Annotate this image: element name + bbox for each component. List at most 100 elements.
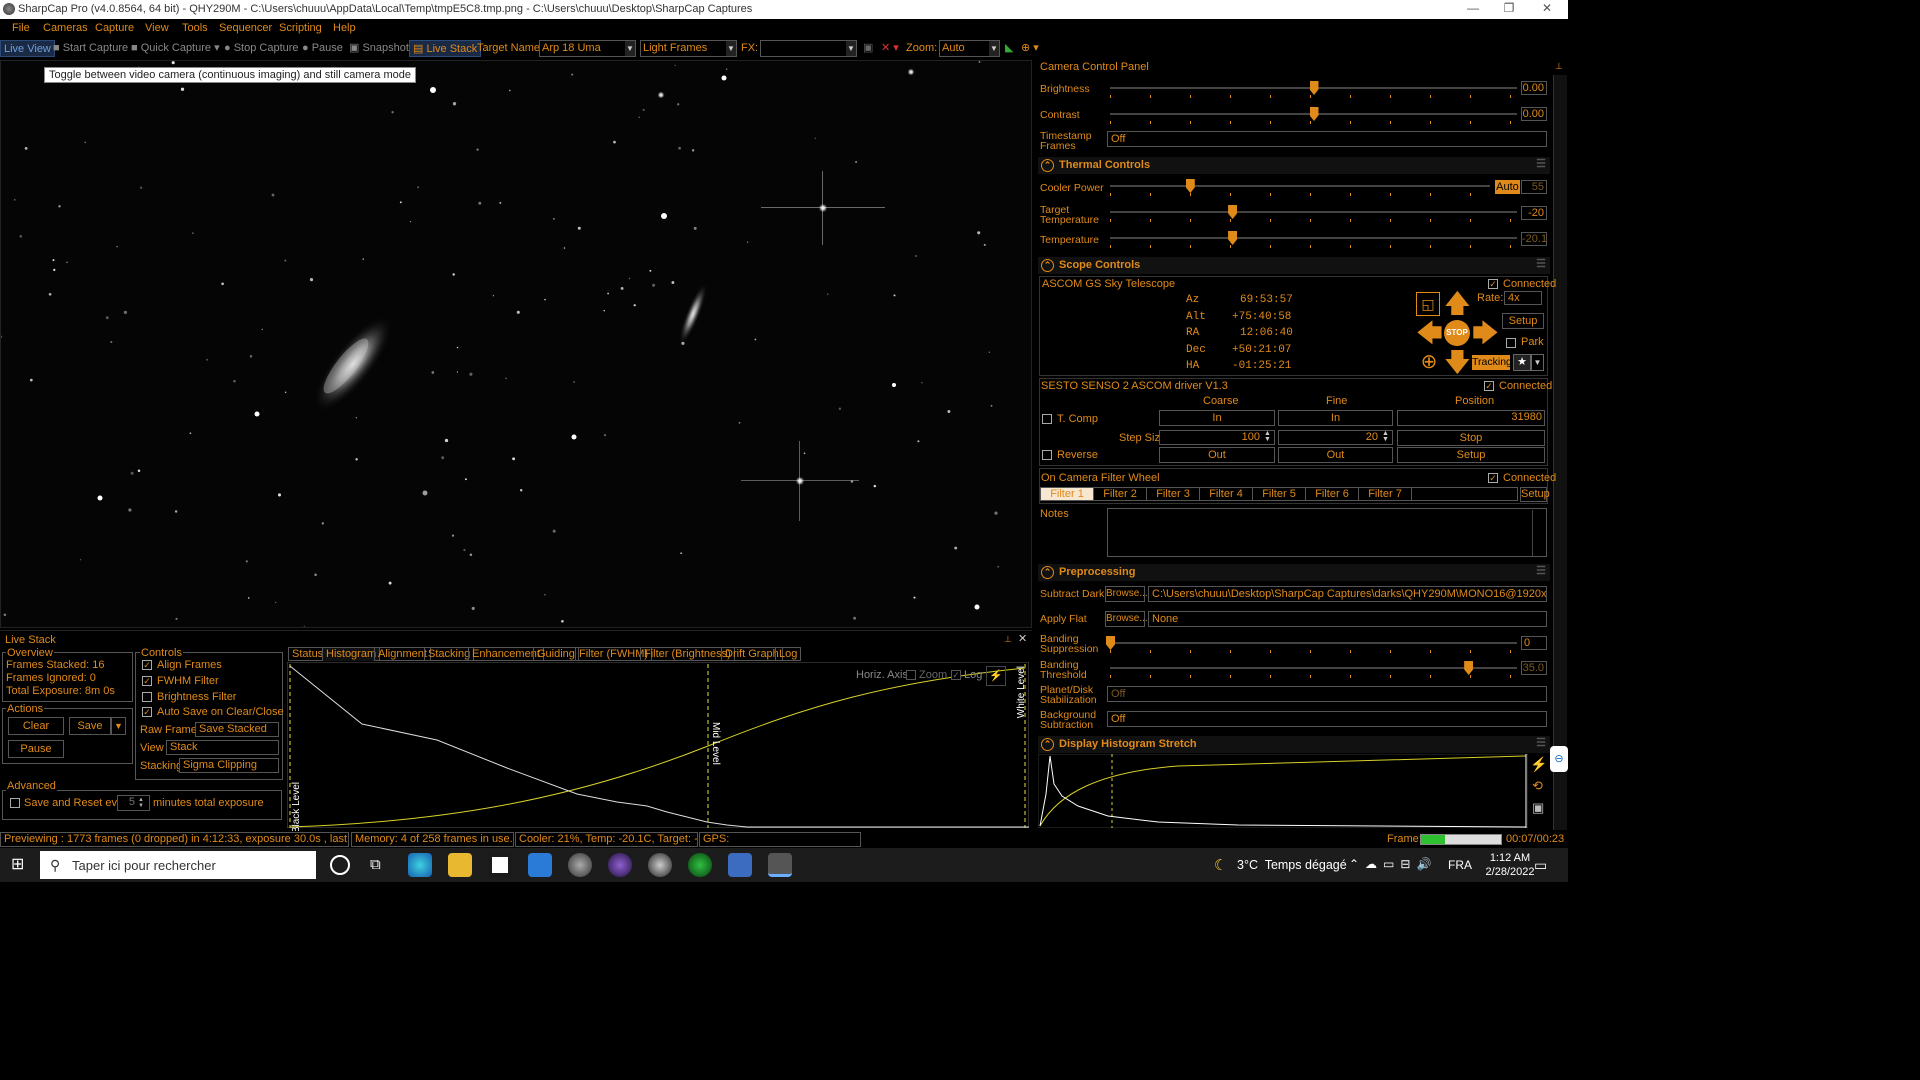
cortana-icon[interactable] [330,855,350,875]
filter-2-button[interactable]: Filter 2 [1094,488,1147,500]
raw-frames-select[interactable]: Save Stacked [195,722,279,737]
system-tray-icons[interactable]: ⌃☁▭⊟🔊 [1349,857,1437,871]
collapse-icon[interactable]: ⌃ [1041,259,1054,272]
filterwheel-connected-checkbox[interactable]: ✓ [1488,473,1498,483]
clear-stack-button[interactable]: Clear [8,717,64,735]
sharpcap-taskbar-icon[interactable] [768,853,792,877]
panel-scrollbar[interactable] [1553,75,1567,830]
phd2-icon[interactable] [688,853,712,877]
brightness-filter-checkbox[interactable] [142,692,152,702]
close-icon[interactable]: ✕ [1018,632,1027,645]
stacking-select[interactable]: Sigma Clipping [179,758,279,773]
zoom-select[interactable]: Auto ▼ [939,40,1000,57]
filter-6-button[interactable]: Filter 6 [1306,488,1359,500]
west-arrow-icon[interactable]: 🡄 [1416,320,1443,346]
mount-connected-checkbox[interactable]: ✓ [1488,279,1498,289]
taskbar-clock[interactable]: 1:12 AM 2/28/2022 [1482,851,1538,879]
filter-3-button[interactable]: Filter 3 [1147,488,1200,500]
snapshot-button[interactable]: ▣ Snapshot [346,40,412,57]
pin-icon[interactable]: ⊥ [1004,634,1012,645]
collapse-icon[interactable]: ⌃ [1041,738,1054,751]
restore-icon[interactable]: ❐ [1494,1,1524,17]
planet-stabilization-select[interactable]: Off [1107,686,1547,702]
collapse-icon[interactable]: ⌃ [1041,566,1054,579]
position-value[interactable]: 31980 [1397,410,1545,426]
zoom-checkbox[interactable] [906,670,916,680]
target-temp-slider[interactable] [1110,205,1517,219]
pause-stack-button[interactable]: Pause [8,740,64,758]
stop-slew-button[interactable]: STOP [1444,320,1470,346]
stop-capture-button[interactable]: ● Stop Capture [221,40,302,57]
fine-out-button[interactable]: Out [1278,447,1393,463]
dark-file-select[interactable]: C:\Users\chuuu\Desktop\SharpCap Captures… [1148,586,1547,602]
tab-guiding[interactable]: Guiding [533,647,579,661]
flat-browse-button[interactable]: Browse... [1105,611,1148,627]
rate-select[interactable]: 4x [1504,291,1542,305]
coarse-out-button[interactable]: Out [1159,447,1275,463]
auto-stretch-icon[interactable]: ⚡ [1530,756,1547,773]
weather-text[interactable]: 3°C Temps dégagé [1237,858,1347,872]
reverse-checkbox[interactable] [1042,450,1052,460]
home-target-icon[interactable]: ⊕ [1416,349,1442,375]
background-subtraction-select[interactable]: Off [1107,711,1547,727]
cooler-power-value[interactable]: 55 [1521,180,1547,194]
save-stack-button[interactable]: Save [69,717,111,735]
display-stretch-histogram[interactable] [1038,754,1528,828]
image-viewer[interactable] [0,60,1032,628]
contrast-value[interactable]: 0.00 [1521,107,1547,121]
quick-capture-button[interactable]: ■ Quick Capture ▾ [128,40,223,57]
menu-help[interactable]: Help [333,22,356,34]
fine-step-input[interactable]: 20 [1278,430,1393,445]
spinner-icon[interactable]: ▲ ▼ [1380,430,1391,444]
mount-setup-button[interactable]: Setup [1502,313,1544,329]
fx-select[interactable]: ▼ [760,40,857,57]
taskbar-search-box[interactable]: ⚲ Taper ici pour rechercher [40,851,316,879]
pause-button[interactable]: ● Pause [299,40,346,57]
menu-sequencer[interactable]: Sequencer [219,22,272,34]
collapse-icon[interactable]: ⌃ [1041,159,1054,172]
reset-icon[interactable]: ⟲ [1532,778,1543,794]
filter-4-button[interactable]: Filter 4 [1200,488,1253,500]
tab-alignment[interactable]: Alignment [374,647,431,661]
tracking-button[interactable]: Tracking [1472,355,1512,370]
menu-scripting[interactable]: Scripting [279,22,322,34]
calculator-icon[interactable] [728,853,752,877]
fine-in-button[interactable]: In [1278,410,1393,426]
filter-7-button[interactable]: Filter 7 [1359,488,1412,500]
stellarium-icon[interactable] [608,853,632,877]
view-select[interactable]: Stack [166,740,279,755]
brightness-slider[interactable] [1110,81,1517,95]
filter-5-button[interactable]: Filter 5 [1253,488,1306,500]
display-stretch-header[interactable]: ⌃ Display Histogram Stretch ☰ [1038,736,1550,753]
park-checkbox[interactable] [1506,338,1516,348]
side-widget-icon[interactable]: ⊖ [1550,746,1568,772]
close-icon[interactable]: ✕ [1532,1,1562,17]
save-reset-checkbox[interactable] [10,798,20,808]
minimize-icon[interactable]: — [1458,1,1488,17]
app-icon[interactable] [648,853,672,877]
save-icon[interactable]: ▣ [1532,800,1544,816]
timestamp-select[interactable]: Off [1107,131,1547,147]
filter-1-button[interactable]: Filter 1 [1041,488,1094,500]
file-explorer-icon[interactable] [448,853,472,877]
auto-stretch-icon[interactable]: ⚡ [986,666,1006,686]
dark-browse-button[interactable]: Browse... [1105,586,1148,602]
start-capture-button[interactable]: ■ Start Capture [50,40,131,57]
focuser-setup-button[interactable]: Setup [1397,447,1545,463]
tcomp-checkbox[interactable] [1042,414,1052,424]
windows-start-icon[interactable]: ⊞ [11,857,27,873]
zoom-tool-icon[interactable]: ⊕ ▾ [1018,40,1042,57]
tab-histogram[interactable]: Histogram [322,647,381,661]
fwhm-filter-checkbox[interactable]: ✓ [142,676,152,686]
filterwheel-setup-button[interactable]: Setup [1520,487,1550,502]
tab-drift-graph[interactable]: Drift Graph [721,647,783,661]
banding-threshold-value[interactable]: 35.0 [1521,661,1547,675]
brightness-value[interactable]: 0.00 [1521,81,1547,95]
south-arrow-icon[interactable]: 🡇 [1444,349,1471,375]
east-arrow-icon[interactable]: 🡆 [1472,320,1499,346]
chevron-down-icon[interactable]: ▼ [111,717,126,735]
app-icon[interactable] [568,853,592,877]
scope-controls-header[interactable]: ⌃ Scope Controls ☰ [1038,257,1550,274]
menu-icon[interactable]: ☰ [1536,736,1546,749]
chevron-down-icon[interactable]: ▼ [1531,354,1544,371]
